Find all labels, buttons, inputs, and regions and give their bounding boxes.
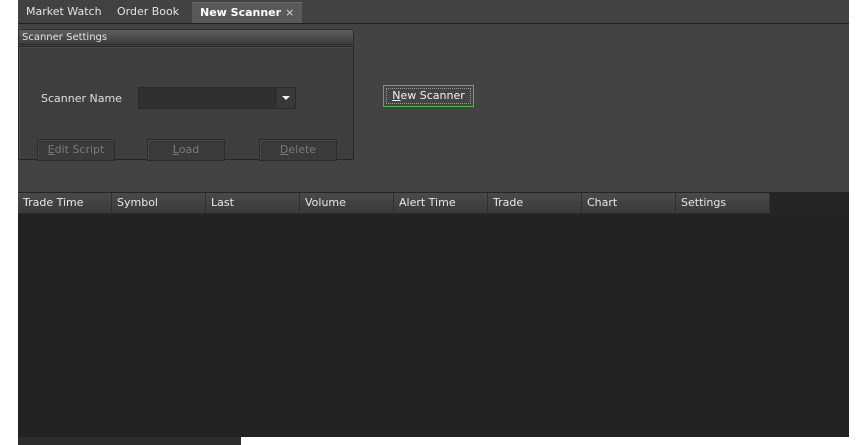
new-scanner-button[interactable]: New Scanner — [383, 85, 474, 107]
edit-script-button[interactable]: Edit Script — [37, 139, 115, 161]
scanner-results-grid[interactable] — [18, 214, 849, 437]
grid-header: Trade Time Symbol Last Volume Alert Time… — [18, 193, 770, 214]
scanner-settings-panel: Scanner Name Edit Script Load Delete — [18, 46, 354, 161]
button-label: elete — [288, 143, 317, 156]
button-label: dit Script — [54, 143, 105, 156]
delete-button[interactable]: Delete — [259, 139, 337, 161]
button-label: ew Scanner — [400, 89, 465, 102]
button-label: oad — [178, 143, 200, 156]
chevron-down-icon[interactable] — [277, 88, 295, 108]
tab-label: Market Watch — [26, 5, 102, 18]
tab-order-book[interactable]: Order Book — [109, 2, 187, 22]
load-button[interactable]: Load — [147, 139, 225, 161]
scanner-settings-area: Scanner Settings Scanner Name Edit Scrip… — [18, 24, 849, 192]
mnemonic: E — [47, 143, 55, 156]
status-bar — [18, 437, 241, 445]
tab-strip: Market Watch Order Book New Scanner × — [18, 0, 849, 24]
tab-label: Order Book — [117, 5, 180, 18]
scanner-window: Market Watch Order Book New Scanner × Sca… — [18, 0, 849, 437]
scanner-name-dropdown[interactable] — [138, 87, 296, 109]
column-header-trade-time[interactable]: Trade Time — [18, 193, 112, 213]
column-header-settings[interactable]: Settings — [676, 193, 770, 213]
tab-label: New Scanner — [200, 6, 282, 19]
column-header-last[interactable]: Last — [206, 193, 300, 213]
new-scanner-button-focus: New Scanner — [386, 88, 471, 104]
column-header-trade[interactable]: Trade — [488, 193, 582, 213]
column-header-chart[interactable]: Chart — [582, 193, 676, 213]
panel-title: Scanner Settings — [18, 29, 354, 45]
scanner-name-label: Scanner Name — [41, 92, 122, 105]
tab-new-scanner[interactable]: New Scanner × — [192, 2, 303, 23]
column-header-volume[interactable]: Volume — [300, 193, 394, 213]
column-header-symbol[interactable]: Symbol — [112, 193, 206, 213]
column-header-alert-time[interactable]: Alert Time — [394, 193, 488, 213]
close-icon[interactable]: × — [285, 6, 294, 19]
tab-market-watch[interactable]: Market Watch — [18, 2, 110, 22]
